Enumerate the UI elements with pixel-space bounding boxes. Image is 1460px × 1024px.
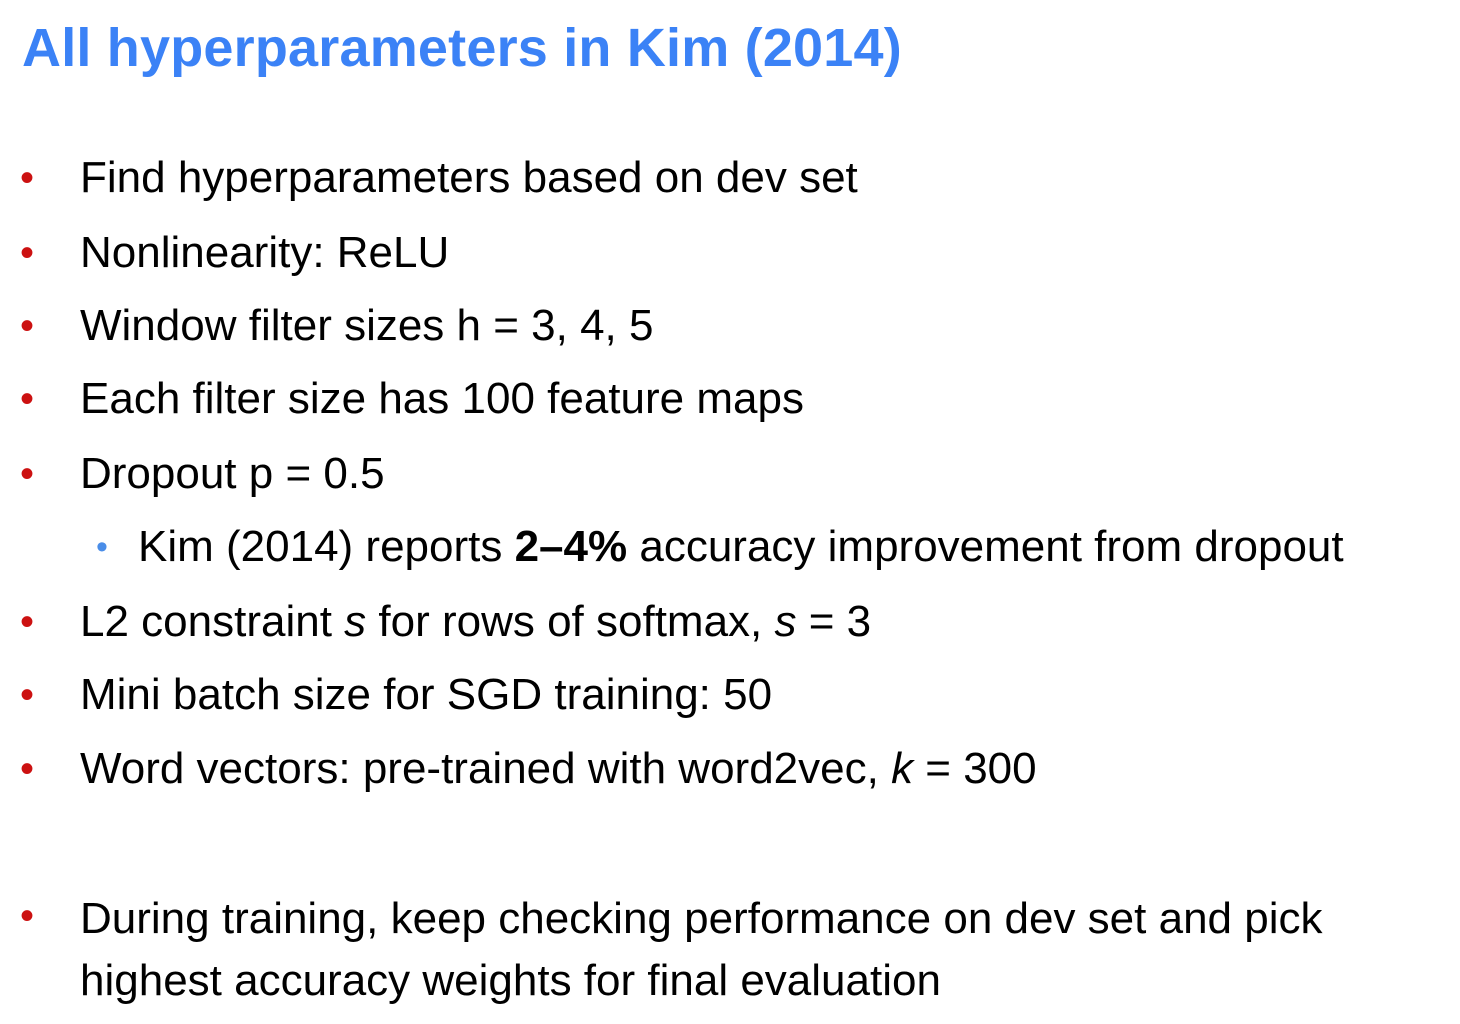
bullet-text: Window filter sizes h = 3, 4, 5 — [80, 301, 654, 350]
italic-run: s — [774, 597, 797, 646]
bullet-text: Find hyperparameters based on dev set — [80, 153, 858, 202]
bullet-text: Dropout p = 0.5 — [80, 449, 385, 498]
bullet-dot-icon: • — [20, 894, 35, 938]
bullet-text: During training, keep checking performan… — [80, 888, 1440, 1012]
slide-title: All hyperparameters in Kim (2014) — [22, 18, 902, 78]
bullet-dot-icon: • — [20, 452, 35, 496]
bullet-dot-icon: • — [20, 304, 35, 348]
text-run: = 3 — [796, 597, 872, 646]
bullet-dot-icon: • — [20, 231, 35, 275]
bullet-text: Word vectors: pre-trained with word2vec,… — [80, 741, 1037, 797]
text-run: L2 constraint — [80, 597, 345, 646]
bullet-dot-icon: • — [20, 747, 35, 791]
text-run: for rows of softmax, — [366, 597, 775, 646]
bullet-dot-icon: • — [20, 156, 35, 200]
bullet-dot-icon: • — [20, 600, 35, 644]
text-run: accuracy improvement from dropout — [627, 522, 1344, 571]
text-line: highest accuracy weights for final evalu… — [80, 956, 941, 1005]
sub-bullet-text: Kim (2014) reports 2–4% accuracy improve… — [138, 519, 1344, 575]
bullet-text: Each filter size has 100 feature maps — [80, 374, 804, 423]
italic-run: s — [344, 597, 367, 646]
italic-run: k — [891, 744, 914, 793]
text-run: = 300 — [913, 744, 1037, 793]
bold-run: 2–4% — [514, 522, 628, 571]
bullet-text: Nonlinearity: ReLU — [80, 228, 450, 277]
bullet-dot-icon: • — [20, 673, 35, 717]
sub-bullet-dot-icon: • — [96, 528, 108, 566]
bullet-text: L2 constraint s for rows of softmax, s =… — [80, 594, 871, 650]
text-line: During training, keep checking performan… — [80, 894, 1323, 943]
bullet-dot-icon: • — [20, 377, 35, 421]
text-run: Kim (2014) reports — [138, 522, 515, 571]
text-run: Word vectors: pre-trained with word2vec, — [80, 744, 892, 793]
bullet-text: Mini batch size for SGD training: 50 — [80, 670, 773, 719]
